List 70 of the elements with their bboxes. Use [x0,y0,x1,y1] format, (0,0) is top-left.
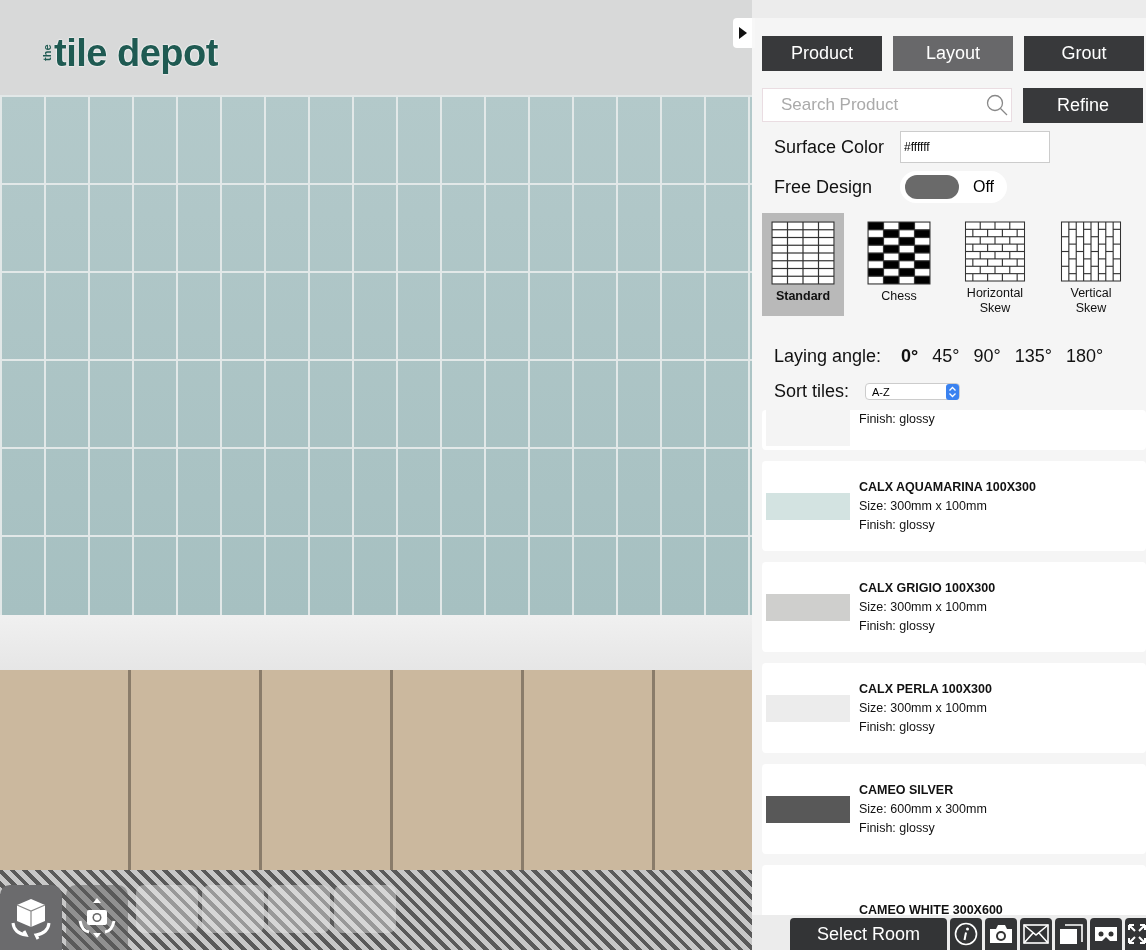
product-card[interactable]: CALX AQUAMARINA 100X300 Size: 300mm x 100mm Finish: glossy [762,461,1146,551]
search-icon [986,94,1008,116]
angle-option[interactable]: 135° [1014,346,1052,367]
tab[interactable]: Product [762,36,882,71]
product-name: CALX PERLA 100X300 [859,680,992,698]
product-card[interactable]: Finish: glossy [762,410,1146,450]
product-finish: Finish: glossy [859,411,935,428]
room-thumbnail-placeholder[interactable] [334,885,396,933]
camera-move-button[interactable] [66,885,128,950]
product-finish: Finish: glossy [859,617,936,635]
product-name: CALX GRIGIO 100X300 [859,579,996,597]
layers-button[interactable] [1055,918,1087,950]
select-room-button[interactable]: Select Room [790,918,947,950]
tile-pattern-icon [867,221,931,285]
product-finish: Finish: glossy [859,718,936,736]
email-button[interactable] [1020,918,1052,950]
pattern-option[interactable]: Horizontal Skew [954,213,1036,316]
tile-pattern-icon [771,221,835,285]
camera-button[interactable] [985,918,1017,950]
angle-option[interactable]: 45° [932,346,960,367]
tile-pattern-icon [1059,221,1123,282]
product-size: Size: 300mm x 100mm [859,699,988,717]
fullscreen-button[interactable] [1125,918,1146,950]
sort-tiles-label: Sort tiles: [774,381,850,402]
product-name: CAMEO WHITE 300X600 [859,901,1003,915]
room-thumbnail-placeholder[interactable] [202,885,264,933]
sort-dropdown[interactable]: A-Z [865,383,961,400]
tile-pattern-icon [963,221,1027,282]
camera-icon [988,923,1014,945]
pattern-option[interactable]: Vertical Skew [1050,213,1132,316]
product-card[interactable]: CAMEO WHITE 300X600 [762,865,1146,915]
rotate-view-button[interactable] [0,885,62,950]
info-button[interactable] [950,918,982,950]
laying-angle-label: Laying angle: [774,346,882,367]
product-name: CAMEO SILVER [859,781,955,799]
logo-small-text: the [41,46,53,61]
vr-headset-icon [1093,925,1119,943]
logo-text: tile depot [54,32,218,75]
room-thumbnail-placeholder[interactable] [268,885,330,933]
product-finish: Finish: glossy [859,819,936,837]
room-thumbnail-placeholder[interactable] [136,885,198,933]
angle-option[interactable]: 90° [973,346,1001,367]
dropdown-arrows-icon [946,383,960,400]
product-card[interactable]: CAMEO SILVER Size: 600mm x 300mm Finish: glossy [762,764,1146,854]
tab[interactable]: Grout [1024,36,1144,71]
tab[interactable]: Layout [893,36,1013,71]
product-card[interactable]: CALX GRIGIO 100X300 Size: 300mm x 100mm Finish: glossy [762,562,1146,652]
surface-color-field[interactable]: #ffffff [900,131,1050,163]
search-field[interactable]: Search Product [762,88,1012,122]
pattern-option[interactable]: Standard [762,213,844,316]
caret-icon [739,27,747,39]
angle-option[interactable]: 0° [901,346,919,367]
vr-button[interactable] [1090,918,1122,950]
product-size: Size: 300mm x 100mm [859,497,988,515]
product-finish: Finish: glossy [859,516,936,534]
refine-button[interactable]: Refine [1023,88,1143,123]
stacked-windows-icon [1059,923,1083,945]
collapse-panel-button[interactable] [733,18,755,48]
free-design-toggle[interactable]: Off [900,171,1007,203]
product-card[interactable]: CALX PERLA 100X300 Size: 300mm x 100mm Finish: glossy [762,663,1146,753]
info-icon [954,922,978,946]
surface-color-label: Surface Color [774,136,886,158]
product-name: CALX AQUAMARINA 100X300 [859,478,1036,496]
angle-option[interactable]: 180° [1066,346,1104,367]
free-design-label: Free Design [774,176,874,198]
fullscreen-icon [1127,923,1146,945]
envelope-icon [1023,924,1049,944]
pattern-option[interactable]: Chess [858,213,940,316]
product-size: Size: 300mm x 100mm [859,598,988,616]
product-size: Size: 600mm x 300mm [859,800,987,818]
